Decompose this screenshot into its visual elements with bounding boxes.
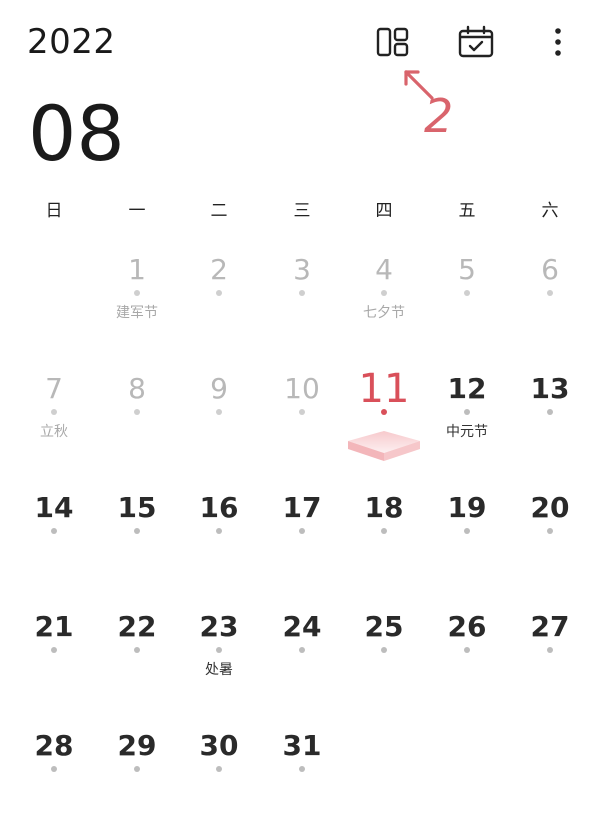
event-dot [51, 409, 57, 415]
weekday-mon: 一 [128, 201, 146, 221]
day-cell[interactable]: 28 [14, 726, 94, 826]
annotation-label: 2 [424, 89, 453, 138]
weekday-header: 日 一 二 三 四 五 六 [0, 196, 612, 221]
day-cell[interactable]: 4 七夕节 [344, 250, 424, 350]
event-dot [134, 766, 140, 772]
day-cell[interactable]: 31 [262, 726, 342, 826]
event-dot [547, 290, 553, 296]
today-marker-icon [348, 431, 420, 461]
event-dot [51, 647, 57, 653]
event-dot [381, 528, 387, 534]
event-dot [299, 409, 305, 415]
day-cell[interactable]: 6 [510, 250, 590, 350]
event-dot [547, 647, 553, 653]
event-dot [134, 647, 140, 653]
day-cell[interactable]: 23 处暑 [179, 607, 259, 707]
day-cell[interactable]: 13 [510, 369, 590, 469]
day-cell[interactable]: 16 [179, 488, 259, 588]
event-dot [547, 528, 553, 534]
event-dot [51, 528, 57, 534]
event-dot [299, 528, 305, 534]
year-title[interactable]: 2022 [27, 22, 116, 62]
day-cell[interactable]: 15 [97, 488, 177, 588]
event-dot [216, 409, 222, 415]
event-dot [464, 528, 470, 534]
day-cell[interactable]: 12 中元节 [427, 369, 507, 469]
day-cell-today[interactable]: 11 [344, 369, 424, 469]
weekday-tue: 二 [210, 201, 228, 221]
day-cell[interactable]: 26 [427, 607, 507, 707]
event-dot [547, 409, 553, 415]
top-bar: 2022 [0, 0, 612, 90]
event-dot [216, 528, 222, 534]
annotation-arrow: 2 [404, 70, 453, 138]
more-vert-icon[interactable] [538, 22, 578, 62]
event-dot [464, 290, 470, 296]
calendar-today-icon[interactable] [456, 22, 496, 62]
day-cell[interactable]: 25 [344, 607, 424, 707]
weekday-sun: 日 [45, 201, 63, 221]
event-dot [299, 290, 305, 296]
day-cell[interactable]: 30 [179, 726, 259, 826]
weekday-fri: 五 [458, 201, 476, 221]
day-cell[interactable]: 29 [97, 726, 177, 826]
day-cell[interactable]: 9 [179, 369, 259, 469]
event-dot [134, 409, 140, 415]
day-cell[interactable]: 20 [510, 488, 590, 588]
day-cell[interactable]: 1 建军节 [97, 250, 177, 350]
event-dot [299, 647, 305, 653]
day-cell[interactable]: 14 [14, 488, 94, 588]
day-cell[interactable]: 2 [179, 250, 259, 350]
weekday-wed: 三 [293, 201, 311, 221]
day-cell[interactable]: 3 [262, 250, 342, 350]
month-title: 08 [28, 89, 125, 178]
day-cell[interactable]: 19 [427, 488, 507, 588]
event-dot [299, 766, 305, 772]
day-cell[interactable]: 21 [14, 607, 94, 707]
weekday-thu: 四 [375, 201, 393, 221]
event-dot [464, 647, 470, 653]
day-cell[interactable]: 24 [262, 607, 342, 707]
event-dot [381, 290, 387, 296]
event-dot [216, 290, 222, 296]
event-dot [51, 766, 57, 772]
weekday-sat: 六 [541, 201, 559, 221]
event-dot [381, 647, 387, 653]
day-cell[interactable]: 10 [262, 369, 342, 469]
day-cell[interactable]: 27 [510, 607, 590, 707]
event-dot [134, 528, 140, 534]
event-dot [134, 290, 140, 296]
day-cell[interactable]: 5 [427, 250, 507, 350]
month-grid: 1 建军节 2 3 4 七夕节 5 6 7 立秋 8 9 10 11 12 中元节 13… [0, 250, 612, 772]
day-cell[interactable]: 18 [344, 488, 424, 588]
day-cell[interactable]: 7 立秋 [14, 369, 94, 469]
event-dot [464, 409, 470, 415]
layout-icon[interactable] [373, 22, 413, 62]
day-cell[interactable]: 8 [97, 369, 177, 469]
event-dot [216, 766, 222, 772]
day-cell[interactable]: 22 [97, 607, 177, 707]
event-dot [216, 647, 222, 653]
day-cell[interactable]: 17 [262, 488, 342, 588]
